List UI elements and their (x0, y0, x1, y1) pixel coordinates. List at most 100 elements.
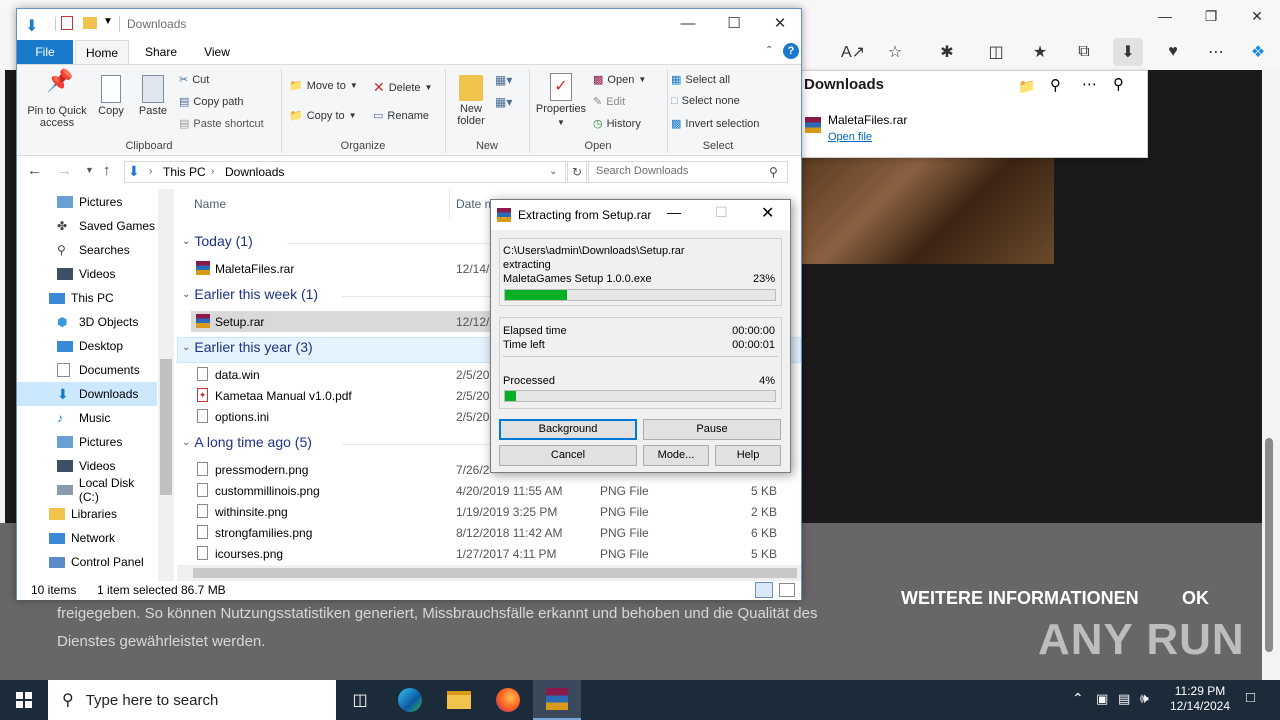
search-input[interactable]: Search Downloads (588, 161, 788, 183)
taskbar-search[interactable]: ⚲ Type here to search (48, 680, 336, 720)
copy-button[interactable]: Copy (93, 75, 129, 117)
nav-item-pictures-2[interactable]: Pictures (17, 430, 157, 454)
collections-icon[interactable]: ⧉ (1069, 38, 1099, 66)
history-button[interactable]: ◷ History (593, 117, 641, 131)
up-arrow-icon[interactable]: ↑ (103, 162, 111, 179)
nav-scroll-thumb[interactable] (160, 359, 172, 495)
recent-locations-icon[interactable]: ▼ (85, 165, 94, 175)
nav-item-documents[interactable]: Documents (17, 358, 157, 382)
edge-taskbar-icon[interactable] (386, 680, 434, 720)
maximize-button[interactable]: ☐ (711, 9, 757, 39)
cookie-ok-button[interactable]: OK (1182, 588, 1209, 609)
group-header-longago[interactable]: ⌄ A long time ago (5) (182, 434, 312, 450)
favorites-icon[interactable]: ★ (1025, 38, 1055, 66)
firefox-taskbar-icon[interactable] (484, 680, 532, 720)
nav-item-music[interactable]: ♪ Music (17, 406, 157, 430)
new-item-icon[interactable]: ▦▾ (495, 73, 512, 87)
details-view-icon[interactable] (755, 582, 773, 598)
group-header-today[interactable]: ⌄ Today (1) (182, 233, 253, 249)
tab-share[interactable]: Share (137, 40, 185, 64)
nav-item-libraries[interactable]: Libraries (17, 502, 157, 526)
open-folder-icon[interactable]: 📁 (1018, 78, 1035, 95)
split-screen-icon[interactable]: ◫ (981, 38, 1011, 66)
browser-close-button[interactable]: ✕ (1234, 1, 1280, 31)
group-header-week[interactable]: ⌄ Earlier this week (1) (182, 286, 318, 302)
tab-view[interactable]: View (193, 40, 241, 64)
downloads-icon[interactable]: ⬇ (1113, 38, 1143, 66)
search-downloads-icon[interactable]: ⚲ (1050, 76, 1061, 94)
invert-selection-button[interactable]: ▩ Invert selection (671, 117, 759, 131)
nav-item-control-panel[interactable]: Control Panel (17, 550, 157, 574)
task-view-icon[interactable]: ◫ (336, 680, 384, 720)
show-hidden-icons-icon[interactable]: ⌃ (1072, 690, 1084, 707)
nav-item-network[interactable]: Network (17, 526, 157, 550)
minimize-button[interactable]: — (665, 9, 711, 39)
nav-item-searches[interactable]: ⚲ Searches (17, 238, 157, 262)
meet-now-icon[interactable]: ▣ (1096, 691, 1108, 707)
file-explorer-taskbar-icon[interactable] (435, 680, 483, 720)
favorite-star-icon[interactable]: ☆ (880, 38, 910, 66)
paste-shortcut-button[interactable]: ▤ Paste shortcut (179, 117, 264, 131)
horizontal-scroll-thumb[interactable] (193, 568, 797, 578)
file-row[interactable]: custommillinois.png 4/20/2019 11:55 AM P… (191, 480, 791, 501)
pin-icon[interactable]: ⚲ (1113, 75, 1124, 93)
properties-quick-icon[interactable] (61, 16, 73, 30)
start-button[interactable] (0, 680, 48, 720)
address-dropdown-icon[interactable]: ⌄ (549, 166, 557, 177)
breadcrumb-downloads[interactable]: Downloads (225, 165, 284, 179)
more-downloads-options-icon[interactable]: ⋯ (1082, 75, 1097, 93)
extensions-icon[interactable]: ✱ (932, 38, 962, 66)
winrar-minimize-button[interactable]: — (667, 204, 681, 220)
move-to-button[interactable]: 📁 Move to ▼ (289, 79, 358, 93)
winrar-close-button[interactable]: ✕ (761, 203, 774, 223)
nav-item-videos-2[interactable]: Videos (17, 454, 157, 478)
cut-button[interactable]: ✂ Cut (179, 73, 209, 87)
delete-button[interactable]: ✕ Delete ▼ (373, 79, 432, 96)
column-name[interactable]: Name (194, 197, 226, 211)
edit-button[interactable]: ✎ Edit (593, 95, 625, 109)
nav-item-this-pc[interactable]: This PC (17, 286, 157, 310)
paste-button[interactable]: Paste (135, 75, 171, 117)
new-folder-button[interactable]: New folder (451, 75, 491, 127)
file-row[interactable]: icourses.png 1/27/2017 4:11 PM PNG File … (191, 543, 791, 564)
nav-item-desktop[interactable]: Desktop (17, 334, 157, 358)
nav-item-downloads[interactable]: ⬇ Downloads (17, 382, 157, 406)
browser-essentials-icon[interactable]: ♥ (1158, 38, 1188, 66)
more-information-link[interactable]: WEITERE INFORMATIONEN (901, 588, 1139, 609)
nav-item-3d-objects[interactable]: ⬢ 3D Objects (17, 310, 157, 334)
nav-item-videos[interactable]: Videos (17, 262, 157, 286)
clock[interactable]: 11:29 PM 12/14/2024 (1164, 684, 1236, 714)
open-file-link[interactable]: Open file (828, 131, 872, 143)
tab-file[interactable]: File (17, 40, 73, 64)
winrar-maximize-button[interactable]: ☐ (715, 204, 728, 221)
notifications-icon[interactable]: □ (1246, 689, 1255, 706)
breadcrumb-this-pc[interactable]: This PC (163, 165, 206, 179)
open-button[interactable]: ▩ Open ▼ (593, 73, 646, 87)
easy-access-icon[interactable]: ▦▾ (495, 95, 512, 109)
group-header-year[interactable]: ⌄ Earlier this year (3) (182, 339, 313, 355)
nav-item-local-disk[interactable]: Local Disk (C:) (17, 476, 157, 504)
help-button[interactable]: Help (715, 445, 781, 466)
pause-button[interactable]: Pause (643, 419, 781, 440)
browser-restore-button[interactable]: ❐ (1188, 1, 1234, 31)
rename-button[interactable]: ▭ Rename (373, 109, 429, 123)
customize-quick-access-icon[interactable]: ▼ (103, 16, 113, 27)
file-row[interactable]: withinsite.png 1/19/2019 3:25 PM PNG Fil… (191, 501, 791, 522)
winrar-taskbar-icon[interactable] (533, 680, 581, 720)
close-button[interactable]: ✕ (757, 9, 803, 39)
network-status-icon[interactable]: ▤ (1118, 691, 1130, 707)
pin-quick-access-button[interactable]: 📌 Pin to Quick access (23, 70, 91, 130)
tab-home[interactable]: Home (75, 40, 129, 64)
forward-arrow-icon[interactable]: → (57, 162, 72, 179)
collapse-ribbon-icon[interactable]: ⌃ (765, 45, 773, 56)
file-row[interactable]: strongfamilies.png 8/12/2018 11:42 AM PN… (191, 522, 791, 543)
nav-item-pictures[interactable]: Pictures (17, 190, 157, 214)
refresh-icon[interactable]: ↻ (567, 161, 587, 183)
large-icons-view-icon[interactable] (779, 583, 795, 597)
more-options-icon[interactable]: ⋯ (1201, 38, 1231, 66)
select-all-button[interactable]: ▦ Select all (671, 73, 730, 87)
new-folder-quick-icon[interactable] (83, 17, 97, 29)
column-date[interactable]: Date m (456, 197, 495, 211)
copy-path-button[interactable]: ▤ Copy path (179, 95, 244, 109)
background-button[interactable]: Background (499, 419, 637, 440)
